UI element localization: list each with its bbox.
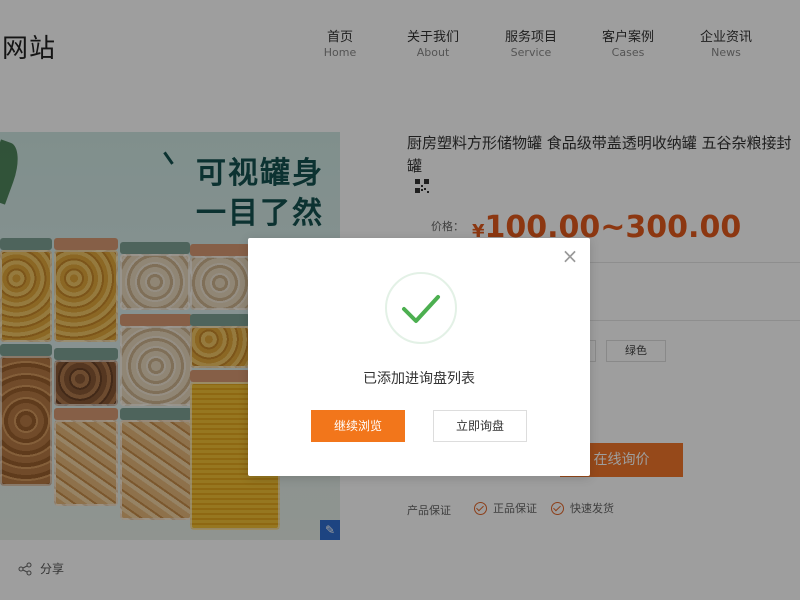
continue-browsing-button[interactable]: 继续浏览 bbox=[311, 410, 405, 442]
inquire-now-button[interactable]: 立即询盘 bbox=[433, 410, 527, 442]
modal-message: 已添加进询盘列表 bbox=[363, 371, 475, 387]
check-mark-svg bbox=[402, 295, 440, 323]
check-icon bbox=[385, 272, 457, 344]
success-modal: × 已添加进询盘列表 继续浏览 立即询盘 bbox=[248, 238, 590, 476]
close-icon[interactable]: × bbox=[560, 246, 580, 266]
